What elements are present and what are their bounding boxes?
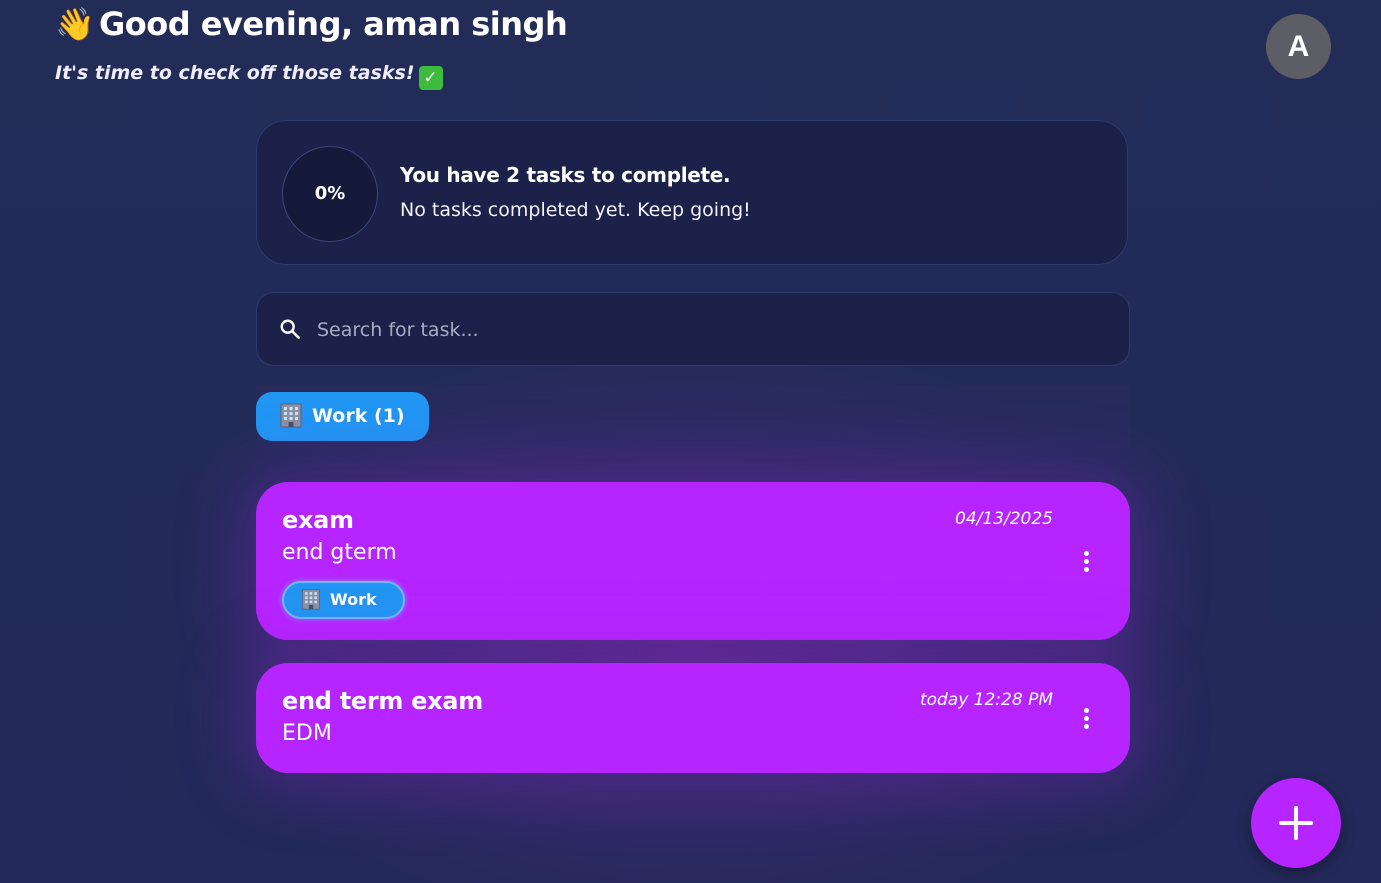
waving-hand-icon: 👋	[55, 5, 95, 43]
task-category-tag: Work	[282, 581, 405, 619]
office-building-icon	[302, 589, 320, 610]
more-options-icon[interactable]	[1074, 705, 1098, 733]
category-filter-row: Work (1)	[256, 385, 1130, 449]
task-tag-label: Work	[330, 590, 377, 609]
profile-avatar[interactable]: A	[1266, 14, 1331, 79]
greeting-text: Good evening, aman singh	[99, 5, 568, 43]
progress-circle: 0%	[282, 146, 378, 242]
task-date: today 12:28 PM	[919, 690, 1053, 710]
task-summary-card: 0% You have 2 tasks to complete. No task…	[256, 120, 1128, 265]
task-description: EDM	[282, 721, 332, 746]
more-options-icon[interactable]	[1074, 548, 1098, 576]
add-task-button[interactable]	[1251, 778, 1341, 868]
task-title: exam	[282, 506, 354, 534]
search-input[interactable]	[315, 313, 1099, 347]
search-bar[interactable]	[256, 292, 1130, 366]
task-date: 04/13/2025	[955, 509, 1053, 529]
task-description: end gterm	[282, 540, 397, 565]
subtitle: It's time to check off those tasks! ✓	[55, 62, 443, 90]
task-title: end term exam	[282, 687, 483, 715]
category-chip-work[interactable]: Work (1)	[256, 392, 429, 441]
task-card[interactable]: exam end gterm 04/13/2025 Work	[256, 482, 1130, 640]
progress-message: No tasks completed yet. Keep going!	[400, 199, 751, 221]
subtitle-text: It's time to check off those tasks!	[55, 62, 415, 84]
tasks-remaining-text: You have 2 tasks to complete.	[400, 163, 731, 187]
greeting-heading: 👋 Good evening, aman singh	[55, 5, 568, 43]
search-icon	[280, 319, 300, 339]
task-card[interactable]: end term exam EDM today 12:28 PM	[256, 663, 1130, 773]
category-chip-label: Work (1)	[312, 405, 405, 427]
check-mark-icon: ✓	[418, 66, 443, 90]
office-building-icon	[280, 403, 302, 428]
